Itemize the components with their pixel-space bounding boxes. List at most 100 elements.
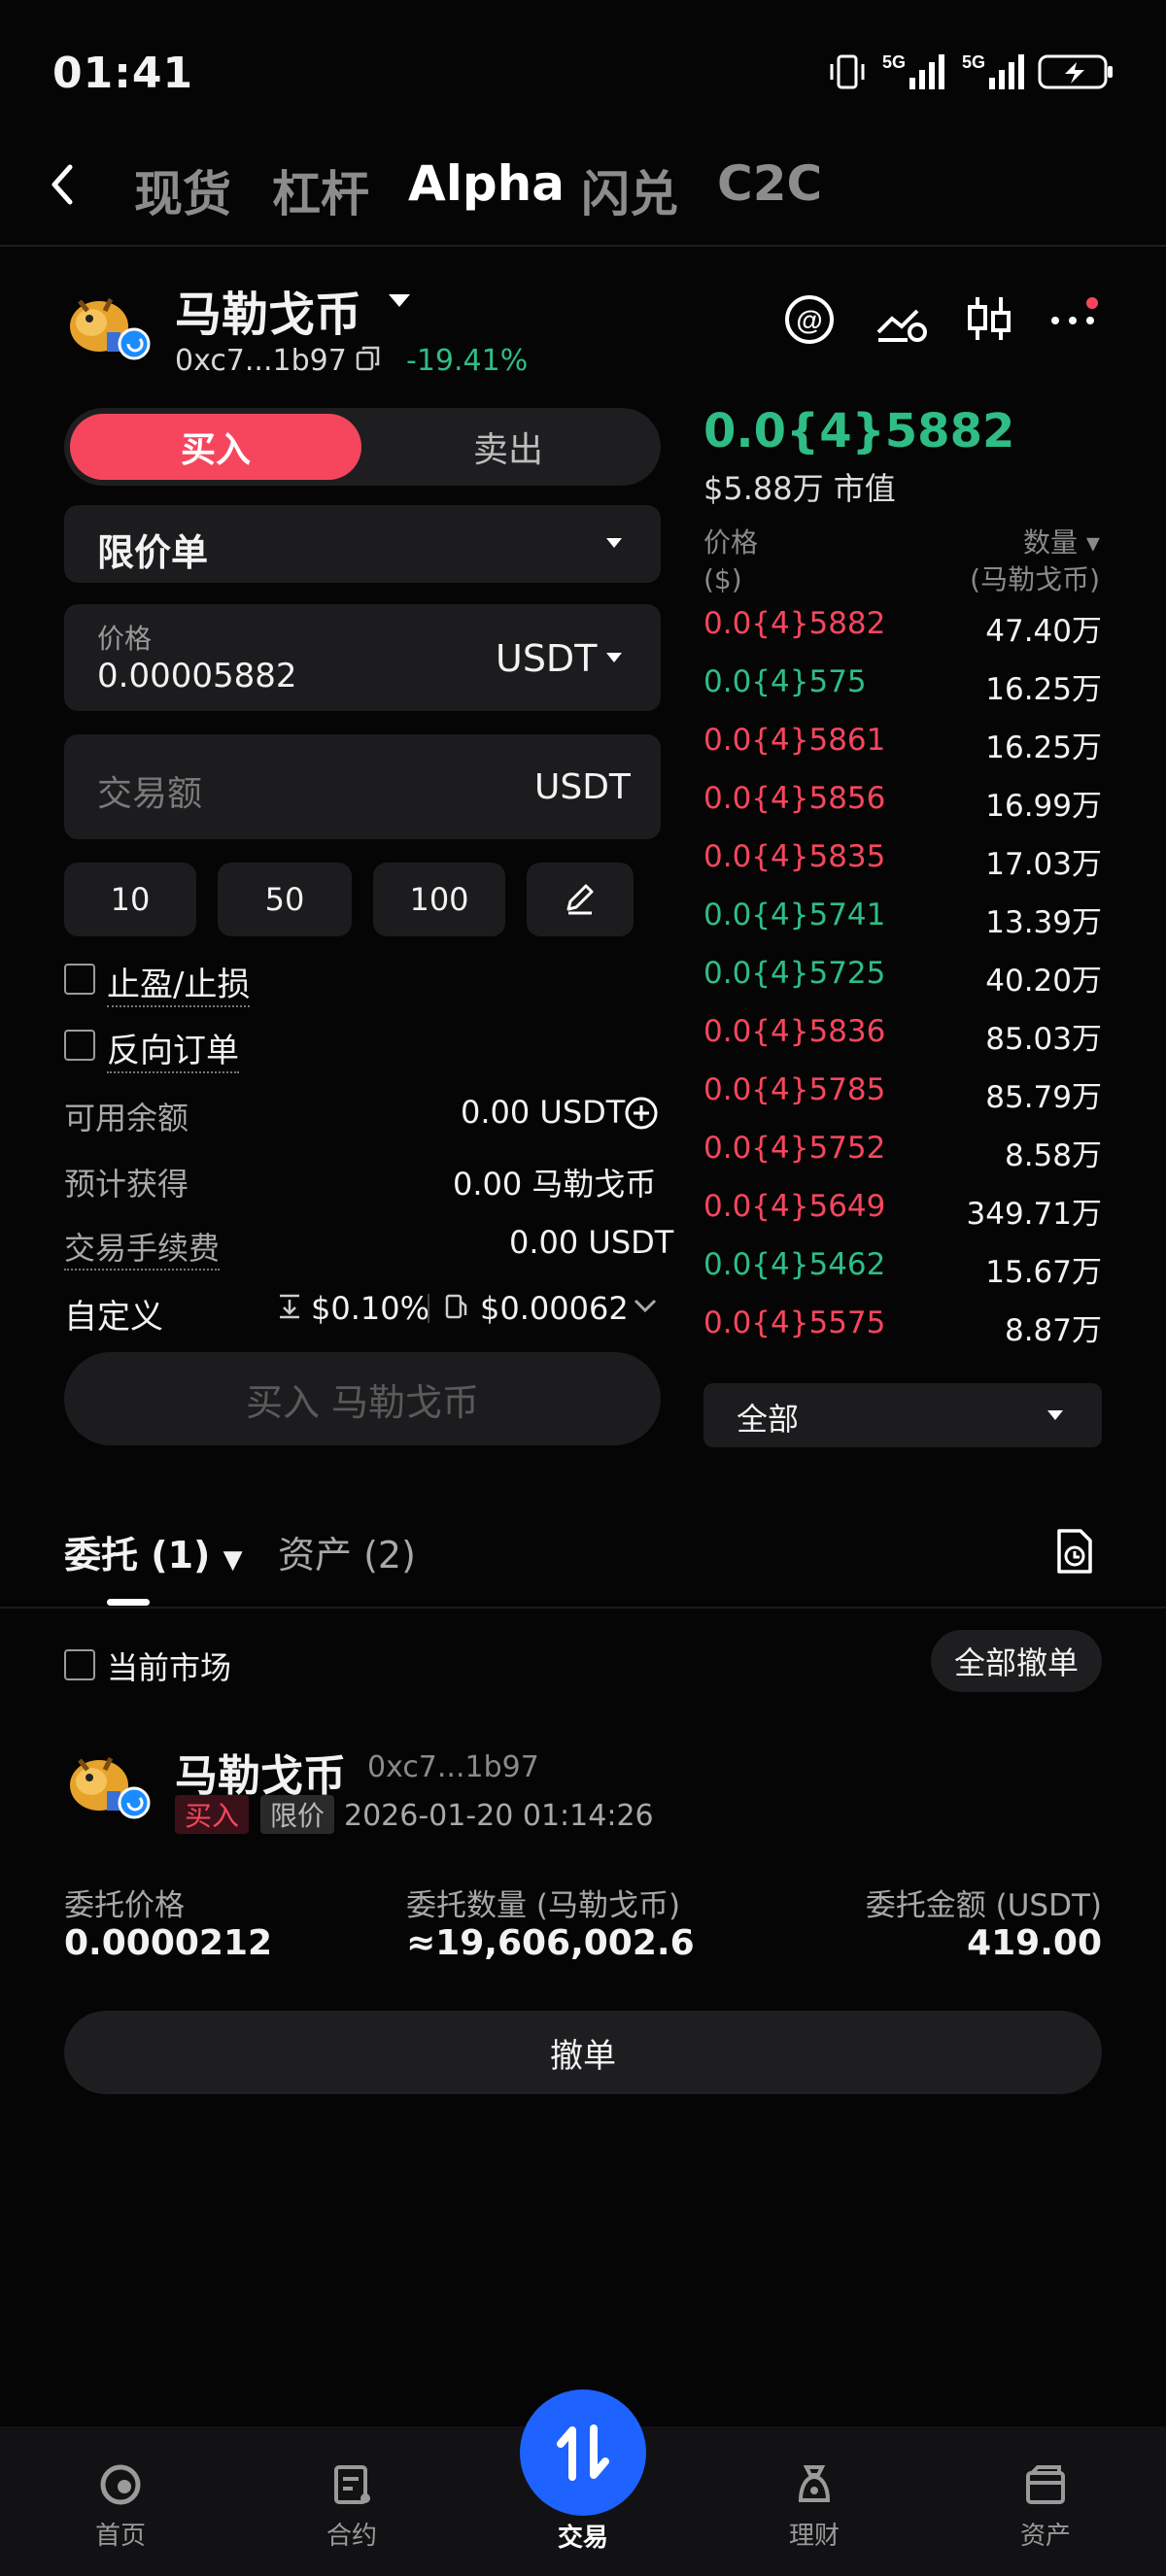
orderbook-qty: 16.25万 xyxy=(985,730,1102,765)
price-change: -19.41% xyxy=(406,344,529,378)
nav-home[interactable]: 首页 xyxy=(43,2461,198,2552)
tab-margin[interactable]: 杠杆 xyxy=(272,155,369,225)
earn-icon xyxy=(798,2465,831,2502)
candlestick-icon[interactable] xyxy=(966,291,1012,346)
reverse-order-checkbox[interactable] xyxy=(64,1030,95,1061)
nav-futures[interactable]: 合约 xyxy=(274,2461,429,2552)
price-value[interactable]: 0.00005882 xyxy=(97,657,297,695)
orderbook-price: 0.0{4}5741 xyxy=(703,898,886,932)
orderbook-price-header: 价格 ($) xyxy=(703,526,759,595)
chevron-down-icon[interactable] xyxy=(632,1296,659,1315)
last-price: 0.0{4}5882 xyxy=(703,404,1015,458)
orderbook-price: 0.0{4}5462 xyxy=(703,1247,886,1282)
order-qty-value: ≈19,606,002.6 xyxy=(406,1923,695,1963)
tab-spot[interactable]: 现货 xyxy=(134,155,231,225)
nav-home-label: 首页 xyxy=(94,2522,146,2551)
token-dropdown-icon[interactable] xyxy=(387,291,412,309)
token-address: 0xc7...1b97 xyxy=(175,344,347,378)
orderbook-qty-header[interactable]: 数量 ▾ (马勒戈币) xyxy=(874,525,1100,598)
tab-convert[interactable]: 闪兑 xyxy=(581,155,678,225)
orderbook-qty: 85.79万 xyxy=(985,1080,1102,1115)
copy-icon[interactable] xyxy=(354,344,383,373)
more-icon[interactable] xyxy=(1047,297,1106,340)
orderbook-row[interactable]: 0.0{4}5856 16.99万 xyxy=(703,781,1102,839)
orderbook-row[interactable]: 0.0{4}5462 15.67万 xyxy=(703,1247,1102,1305)
order-type-badge: 限价 xyxy=(260,1795,335,1834)
price-unit-select[interactable]: USDT xyxy=(496,637,597,680)
orderbook-qty: 16.99万 xyxy=(985,789,1102,824)
nav-futures-label: 合约 xyxy=(326,2522,377,2551)
order-total-label: 委托金额 (USDT) xyxy=(865,1888,1102,1923)
futures-icon xyxy=(334,2465,370,2504)
orderbook-row[interactable]: 0.0{4}5575 8.87万 xyxy=(703,1305,1102,1364)
svg-text:@: @ xyxy=(796,305,822,335)
buy-tab[interactable]: 买入 xyxy=(70,414,361,480)
chart-signal-icon[interactable] xyxy=(874,293,929,346)
slippage-value[interactable]: $0.10% xyxy=(311,1290,429,1327)
tab-open-orders[interactable]: 委托 (1) ▼ xyxy=(64,1525,243,1578)
available-value: 0.00 USDT xyxy=(461,1094,626,1131)
orderbook-price: 0.0{4}5725 xyxy=(703,956,886,991)
gas-icon xyxy=(443,1292,470,1321)
orderbook-qty: 47.40万 xyxy=(985,614,1102,649)
orderbook-row[interactable]: 0.0{4}5882 47.40万 xyxy=(703,606,1102,664)
quick-amount-10[interactable]: 10 xyxy=(64,863,196,936)
back-icon[interactable] xyxy=(45,161,80,208)
net1-label: 5G xyxy=(882,52,906,72)
orderbook-row[interactable]: 0.0{4}5836 85.03万 xyxy=(703,1014,1102,1072)
depth-filter-label: 全部 xyxy=(737,1401,800,1438)
available-label: 可用余额 xyxy=(64,1100,189,1136)
tab-c2c[interactable]: C2C xyxy=(717,155,822,212)
order-time: 2026-01-20 01:14:26 xyxy=(344,1799,654,1833)
estimate-label: 预计获得 xyxy=(64,1166,189,1203)
tp-sl-checkbox[interactable] xyxy=(64,964,95,995)
amount-placeholder[interactable]: 交易额 xyxy=(97,765,202,816)
orderbook-row[interactable]: 0.0{4}5835 17.03万 xyxy=(703,839,1102,898)
orderbook-qty: 85.03万 xyxy=(985,1022,1102,1057)
fee-label[interactable]: 交易手续费 xyxy=(64,1224,221,1271)
tp-sl-label[interactable]: 止盈/止损 xyxy=(107,958,251,1007)
cancel-all-button[interactable]: 全部撤单 xyxy=(931,1630,1102,1692)
nav-assets[interactable]: 资产 xyxy=(968,2461,1123,2552)
nav-trade-button[interactable] xyxy=(520,2390,646,2516)
amount-unit: USDT xyxy=(534,767,631,807)
quick-amount-100[interactable]: 100 xyxy=(373,863,505,936)
quick-amount-50[interactable]: 50 xyxy=(218,863,352,936)
order-price-value: 0.0000212 xyxy=(64,1923,273,1963)
edit-quick-amounts-button[interactable] xyxy=(527,863,634,936)
estimate-value: 0.00 马勒戈币 xyxy=(453,1166,657,1203)
token-avatar xyxy=(60,284,154,361)
deposit-icon[interactable] xyxy=(624,1096,659,1131)
nav-trade-label[interactable]: 交易 xyxy=(505,2518,661,2554)
mention-icon[interactable]: @ xyxy=(783,293,836,346)
order-price-label: 委托价格 xyxy=(64,1888,185,1923)
token-avatar xyxy=(60,1743,154,1820)
orderbook-row[interactable]: 0.0{4}5649 349.71万 xyxy=(703,1189,1102,1247)
orderbook-qty: 349.71万 xyxy=(966,1197,1102,1232)
custom-label: 自定义 xyxy=(64,1298,163,1337)
tab-assets[interactable]: 资产 (2) xyxy=(278,1525,416,1578)
sell-tab[interactable]: 卖出 xyxy=(361,414,655,480)
orderbook-row[interactable]: 0.0{4}5752 8.58万 xyxy=(703,1131,1102,1189)
current-market-checkbox[interactable] xyxy=(64,1649,95,1680)
tab-alpha[interactable]: Alpha xyxy=(408,155,565,212)
gas-value[interactable]: $0.00062 xyxy=(480,1290,629,1327)
orderbook-row[interactable]: 0.0{4}575 16.25万 xyxy=(703,664,1102,723)
orderbook-row[interactable]: 0.0{4}5741 13.39万 xyxy=(703,898,1102,956)
signal-icon-1: 5G xyxy=(880,51,952,93)
cancel-order-button[interactable]: 撤单 xyxy=(64,2011,1102,2094)
buy-submit-button[interactable]: 买入 马勒戈币 xyxy=(64,1352,661,1445)
orderbook-qty: 40.20万 xyxy=(985,964,1102,999)
order-history-icon[interactable] xyxy=(1053,1527,1096,1576)
nav-earn[interactable]: 理财 xyxy=(737,2461,892,2552)
reverse-order-label[interactable]: 反向订单 xyxy=(107,1024,239,1073)
current-market-label[interactable]: 当前市场 xyxy=(107,1644,231,1688)
orderbook-price: 0.0{4}5785 xyxy=(703,1072,886,1107)
orderbook-row[interactable]: 0.0{4}5861 16.25万 xyxy=(703,723,1102,781)
token-name[interactable]: 马勒戈币 xyxy=(175,276,361,344)
nav-earn-label: 理财 xyxy=(788,2522,840,2551)
orderbook-row[interactable]: 0.0{4}5785 85.79万 xyxy=(703,1072,1102,1131)
battery-icon xyxy=(1038,54,1115,89)
orderbook-row[interactable]: 0.0{4}5725 40.20万 xyxy=(703,956,1102,1014)
orderbook-price: 0.0{4}5882 xyxy=(703,606,886,641)
